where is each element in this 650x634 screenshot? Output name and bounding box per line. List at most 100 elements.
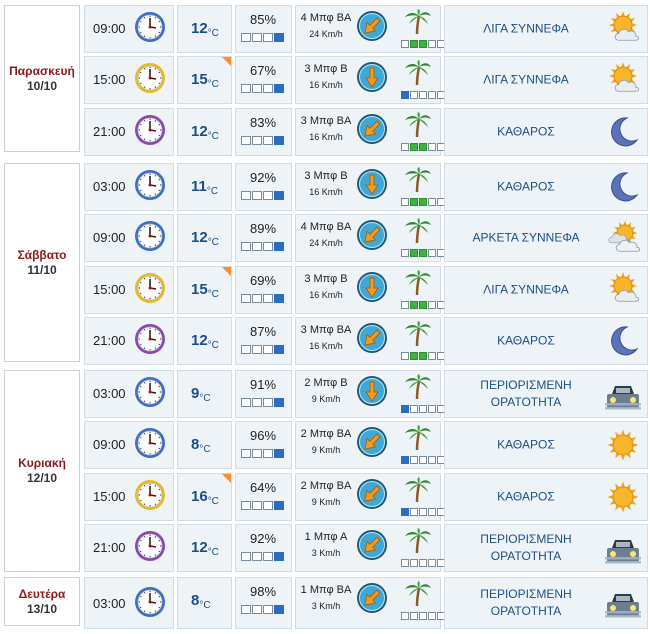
palm-tree-icon <box>402 321 432 347</box>
humidity-value: 92% <box>250 170 277 185</box>
humidity-bar-segment <box>241 501 251 510</box>
temperature-value: 12°C <box>191 539 219 558</box>
sea-state-segment <box>401 612 409 620</box>
clock-icon <box>134 114 166 146</box>
temperature-number: 15 <box>191 71 208 88</box>
sea-state-bar <box>401 612 445 620</box>
time-cell: 03:00 <box>84 370 174 418</box>
sea-state-segment <box>428 198 436 206</box>
temperature-value: 15°C <box>191 71 219 90</box>
humidity-cell: 69% <box>235 266 292 314</box>
humidity-bar-segment <box>252 449 262 458</box>
wind-beaufort: 1 Μπφ Α <box>304 531 348 543</box>
humidity-bar-segment <box>263 242 273 251</box>
sea-state-segment <box>410 301 418 309</box>
condition-cell: ΠΕΡΙΟΡΙΣΜΕΝΗ ΟΡΑΤΟΤΗΤΑ <box>444 577 648 629</box>
condition-text: ΠΕΡΙΟΡΙΣΜΕΝΗ ΟΡΑΤΟΤΗΤΑ <box>480 587 572 618</box>
sea-state-segment <box>419 456 427 464</box>
temperature-number: 11 <box>191 178 207 195</box>
temperature-value: 8°C <box>191 436 211 455</box>
palm-tree-icon <box>402 528 432 554</box>
temperature-number: 12 <box>191 332 208 349</box>
fog-car-icon <box>605 530 641 566</box>
humidity-value: 69% <box>250 273 277 288</box>
sea-state-segment <box>401 198 409 206</box>
temperature-number: 12 <box>191 20 208 37</box>
sea-state-segment <box>419 40 427 48</box>
wind-cell: 3 Μπφ Β 16 Km/h <box>295 266 445 314</box>
time-label: 21:00 <box>93 333 126 348</box>
time-label: 21:00 <box>93 540 126 555</box>
time-label: 03:00 <box>93 596 126 611</box>
condition-text: ΚΑΘΑΡΟΣ <box>497 179 555 194</box>
temperature-cell: 9°C <box>177 370 232 418</box>
temperature-unit: °C <box>207 340 219 351</box>
condition-cell: ΠΕΡΙΟΡΙΣΜΕΝΗ ΟΡΑΤΟΤΗΤΑ <box>444 370 648 418</box>
humidity-bar <box>241 242 284 251</box>
humidity-value: 64% <box>250 480 277 495</box>
humidity-bar-segment <box>274 501 284 510</box>
sea-state-segment <box>428 352 436 360</box>
wind-speed: 9 Km/h <box>311 497 341 507</box>
humidity-bar-segment <box>252 84 262 93</box>
wind-direction-icon <box>356 582 388 614</box>
sea-state-bar <box>401 559 445 567</box>
condition-cell: ΚΑΘΑΡΟΣ <box>444 421 648 469</box>
humidity-bar-segment <box>263 605 273 614</box>
humidity-value: 91% <box>250 377 277 392</box>
warm-marker <box>222 474 231 483</box>
humidity-cell: 67% <box>235 56 292 104</box>
sea-state-bar <box>401 301 445 309</box>
sea-state-segment <box>401 508 409 516</box>
temperature-value: 11°C <box>191 178 219 197</box>
temperature-cell: 16°C <box>177 473 232 521</box>
temperature-value: 12°C <box>191 332 219 351</box>
humidity-bar <box>241 33 284 42</box>
condition-cell: ΛΙΓΑ ΣΥΝΝΕΦΑ <box>444 5 648 53</box>
condition-text: ΚΑΘΑΡΟΣ <box>497 124 555 139</box>
temperature-unit: °C <box>206 186 219 197</box>
humidity-value: 87% <box>250 324 277 339</box>
wind-cell: 4 Μπφ ΒΑ 24 Km/h <box>295 5 445 53</box>
time-label: 21:00 <box>93 124 126 139</box>
time-cell: 09:00 <box>84 421 174 469</box>
humidity-value: 92% <box>250 531 277 546</box>
condition-cell: ΑΡΚΕΤΑ ΣΥΝΝΕΦΑ <box>444 214 648 262</box>
condition-cell: ΚΑΘΑΡΟΣ <box>444 108 648 156</box>
palm-tree-icon <box>402 9 432 35</box>
humidity-bar-segment <box>241 84 251 93</box>
humidity-cell: 96% <box>235 421 292 469</box>
humidity-bar <box>241 605 284 614</box>
sea-state-segment <box>428 612 436 620</box>
wind-beaufort: 3 Μπφ Β <box>304 273 348 285</box>
condition-cell: ΛΙΓΑ ΣΥΝΝΕΦΑ <box>444 56 648 104</box>
humidity-value: 89% <box>250 221 277 236</box>
humidity-bar <box>241 398 284 407</box>
humidity-bar-segment <box>263 501 273 510</box>
day-name: Σάββατο <box>17 247 67 262</box>
condition-text: ΑΡΚΕΤΑ ΣΥΝΝΕΦΑ <box>472 230 580 245</box>
humidity-bar-segment <box>252 242 262 251</box>
wind-direction-icon <box>356 426 388 458</box>
day-date: 12/10 <box>26 471 58 485</box>
sea-state-segment <box>410 352 418 360</box>
time-label: 15:00 <box>93 72 126 87</box>
temperature-cell: 8°C <box>177 577 232 629</box>
clock-icon <box>134 220 166 252</box>
temperature-unit: °C <box>207 547 219 558</box>
sun-cloud-icon <box>605 272 641 308</box>
sea-state-segment <box>401 143 409 151</box>
condition-text: ΚΑΘΑΡΟΣ <box>497 489 555 504</box>
temperature-cell: 15°C <box>177 56 232 104</box>
moon-icon <box>605 323 641 359</box>
palm-tree-icon <box>402 374 432 400</box>
temperature-unit: °C <box>199 393 211 404</box>
condition-text: ΚΑΘΑΡΟΣ <box>497 437 555 452</box>
wind-cell: 2 Μπφ Β 9 Km/h <box>295 370 445 418</box>
temperature-cell: 11°C <box>177 163 232 211</box>
wind-beaufort: 3 Μπφ Β <box>304 63 348 75</box>
warm-marker <box>222 57 231 66</box>
sea-state-segment <box>410 143 418 151</box>
palm-tree-icon <box>402 112 432 138</box>
time-cell: 21:00 <box>84 317 174 365</box>
